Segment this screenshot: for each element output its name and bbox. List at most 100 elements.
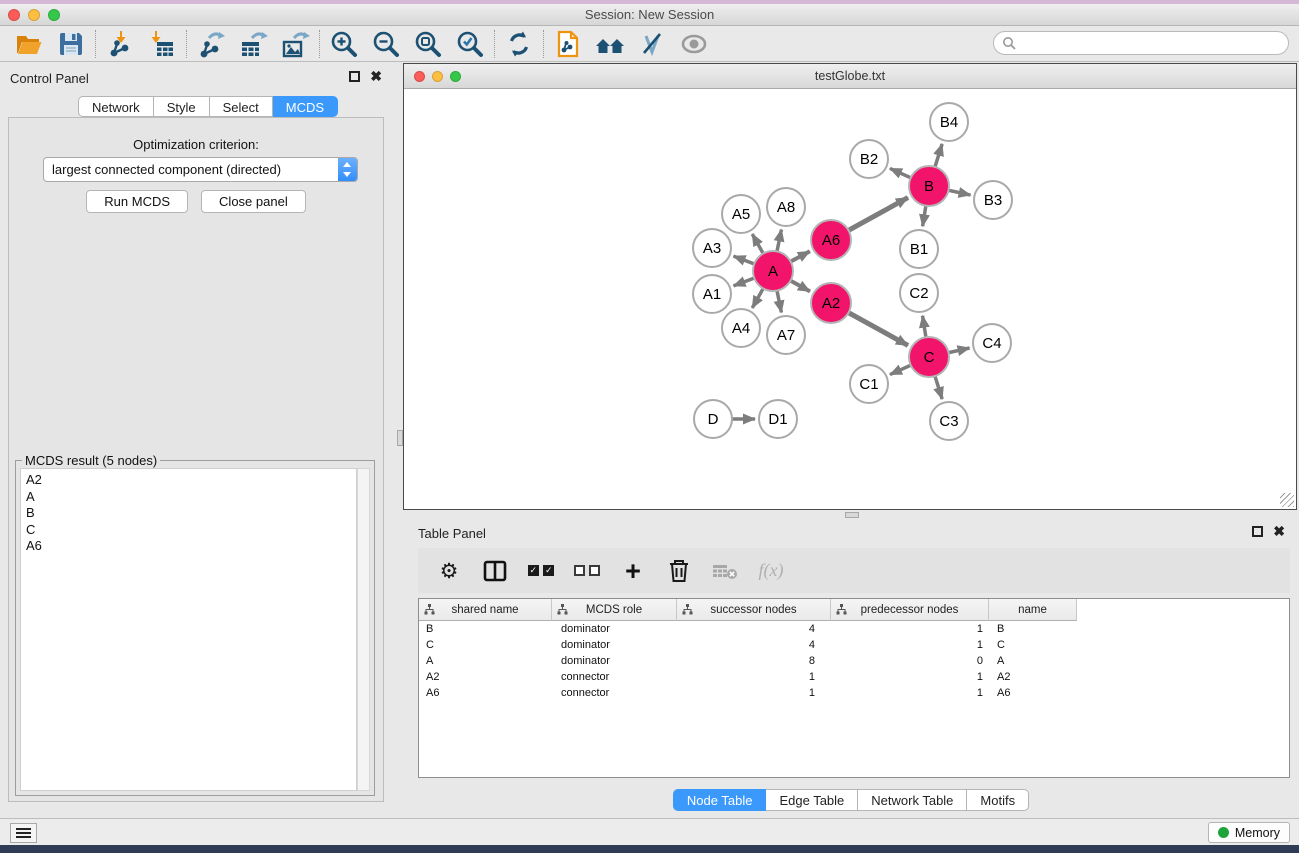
table-row-A2[interactable]: A2connector11A2 [419,669,1289,685]
tab-style[interactable]: Style [154,96,210,117]
column-header-predecessor-nodes[interactable]: predecessor nodes [831,599,989,621]
minimize-window-button[interactable] [28,9,40,21]
open-session-icon[interactable] [8,28,50,60]
network-node-B2[interactable]: B2 [849,139,889,179]
network-node-A2[interactable]: A2 [810,282,852,324]
float-panel-icon[interactable] [349,71,360,82]
run-mcds-button[interactable]: Run MCDS [86,190,188,213]
table-cell: C [419,639,552,651]
network-file-icon[interactable] [547,28,589,60]
apply-layout-icon[interactable] [498,28,540,60]
column-header-successor-nodes[interactable]: successor nodes [677,599,831,621]
column-header-MCDS-role[interactable]: MCDS role [552,599,677,621]
deselect-all-columns-icon[interactable] [568,554,606,588]
network-nodes: B4 B2 B B3 A8A5 A6 A3 B1 A A1 C2 A2 A4A7 C4 C C1 C3 D D1 [405,90,1296,510]
network-node-A7[interactable]: A7 [766,315,806,355]
save-session-icon[interactable] [50,28,92,60]
splitter-handle[interactable] [397,430,403,446]
zoom-selected-icon[interactable] [449,28,491,60]
network-node-C1[interactable]: C1 [849,364,889,404]
column-header-shared-name[interactable]: shared name [419,599,552,621]
network-node-A6[interactable]: A6 [810,219,852,261]
show-panels-list-icon[interactable] [10,823,37,843]
float-panel-icon[interactable] [1252,526,1263,537]
export-image-icon[interactable] [274,28,316,60]
network-close-button[interactable] [414,71,425,82]
table-row-C[interactable]: Cdominator41C [419,637,1289,653]
network-node-D1[interactable]: D1 [758,399,798,439]
import-table-icon[interactable] [141,28,183,60]
tab-network-table[interactable]: Network Table [858,789,967,811]
column-header-name[interactable]: name [989,599,1077,621]
column-view-icon[interactable] [476,554,514,588]
network-node-A[interactable]: A [752,250,794,292]
network-node-B1[interactable]: B1 [899,229,939,269]
network-node-B[interactable]: B [908,165,950,207]
tab-motifs[interactable]: Motifs [967,789,1029,811]
network-node-C[interactable]: C [908,336,950,378]
network-node-A5[interactable]: A5 [721,194,761,234]
close-panel-icon[interactable]: ✖ [370,71,382,82]
close-panel-icon[interactable]: ✖ [1273,526,1285,537]
result-item[interactable]: A [26,489,356,506]
memory-button[interactable]: Memory [1208,822,1290,843]
criterion-dropdown[interactable]: largest connected component (directed) [43,157,358,182]
result-item[interactable]: C [26,522,356,539]
network-zoom-button[interactable] [450,71,461,82]
zoom-in-icon[interactable] [323,28,365,60]
window-title: Session: New Session [585,7,714,22]
home-networks-icon[interactable] [589,28,631,60]
zoom-fit-icon[interactable] [407,28,449,60]
tab-select[interactable]: Select [210,96,273,117]
export-table-icon[interactable] [232,28,274,60]
network-node-A8[interactable]: A8 [766,187,806,227]
import-network-icon[interactable] [99,28,141,60]
network-node-D[interactable]: D [693,399,733,439]
table-row-A[interactable]: Adominator80A [419,653,1289,669]
resize-grip-icon[interactable] [1280,493,1294,507]
table-row-A6[interactable]: A6connector11A6 [419,685,1289,701]
result-list-scrollbar[interactable] [357,468,370,791]
tab-mcds[interactable]: MCDS [273,96,338,117]
tab-edge-table[interactable]: Edge Table [766,789,858,811]
eye-icon[interactable] [673,28,715,60]
mcds-result-list[interactable]: A2ABCA6 [20,468,357,791]
network-node-A3[interactable]: A3 [692,228,732,268]
network-minimize-button[interactable] [432,71,443,82]
export-network-icon[interactable] [190,28,232,60]
network-node-C3[interactable]: C3 [929,401,969,441]
table-cell: A2 [419,671,552,683]
close-window-button[interactable] [8,9,20,21]
result-item[interactable]: A6 [26,538,356,555]
zoom-window-button[interactable] [48,9,60,21]
network-node-C2[interactable]: C2 [899,273,939,313]
result-item[interactable]: B [26,505,356,522]
delete-column-trash-icon[interactable] [660,554,698,588]
table-settings-gear-icon[interactable]: ⚙ [430,554,468,588]
zoom-out-icon[interactable] [365,28,407,60]
tab-network[interactable]: Network [78,96,154,117]
result-item[interactable]: A2 [26,472,356,489]
close-panel-button[interactable]: Close panel [201,190,306,213]
table-panel-tabs: Node TableEdge TableNetwork TableMotifs [403,789,1299,811]
splitter-handle[interactable] [845,512,859,518]
search-field[interactable] [993,31,1289,55]
network-node-B4[interactable]: B4 [929,102,969,142]
table-row-B[interactable]: Bdominator41B [419,621,1289,637]
create-column-plus-icon[interactable]: + [614,554,652,588]
mcds-result-title: MCDS result (5 nodes) [22,453,160,468]
network-node-A4[interactable]: A4 [721,308,761,348]
select-all-columns-icon[interactable]: ✓ ✓ [522,554,560,588]
network-node-C4[interactable]: C4 [972,323,1012,363]
network-canvas[interactable]: B4 B2 B B3 A8A5 A6 A3 B1 A A1 C2 A2 A4A7 C4 C C1 C3 D D1 [405,90,1296,510]
network-node-B3[interactable]: B3 [973,180,1013,220]
tab-node-table[interactable]: Node Table [673,789,767,811]
function-builder-icon[interactable]: f(x) [752,554,790,588]
search-input[interactable] [1017,35,1288,51]
desktop-edge-bottom [0,845,1299,853]
table-panel-title: Table Panel [418,526,486,541]
network-node-A1[interactable]: A1 [692,274,732,314]
node-table-header: shared nameMCDS rolesuccessor nodesprede… [419,599,1077,621]
hide-show-icon[interactable] [631,28,673,60]
delete-table-icon[interactable] [706,554,744,588]
